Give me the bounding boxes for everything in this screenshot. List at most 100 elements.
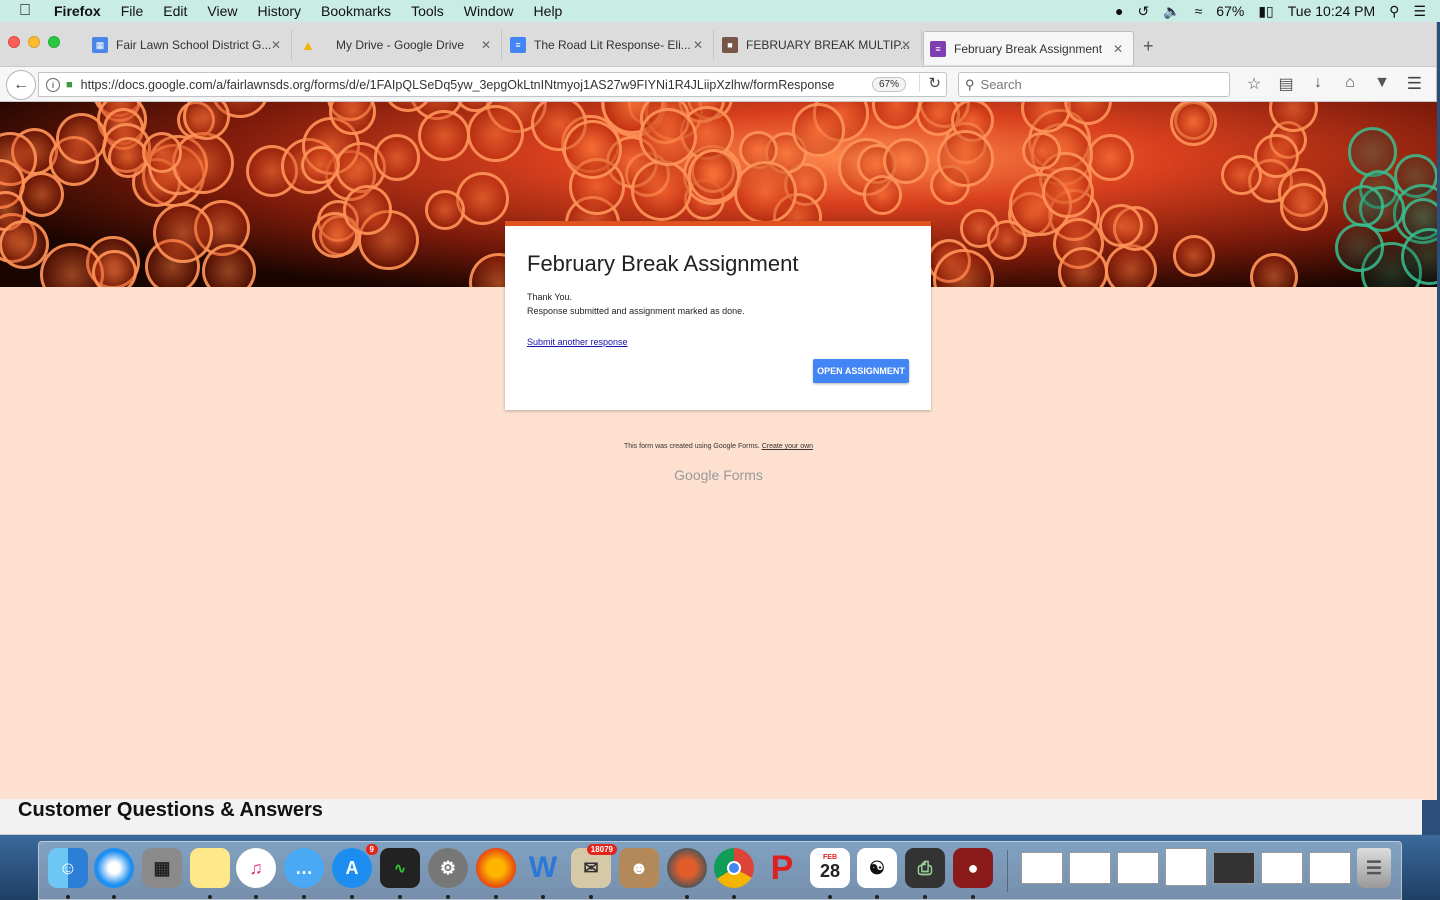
create-your-own-link[interactable]: Create your own: [762, 443, 813, 450]
bokeh-circle: [172, 131, 235, 194]
bokeh-circle: [467, 104, 525, 162]
word-icon[interactable]: W: [523, 848, 563, 888]
bokeh-circle: [1042, 166, 1094, 219]
activity-monitor-icon[interactable]: ∿: [380, 848, 420, 888]
time-machine-icon[interactable]: ↺: [1137, 3, 1149, 20]
background-window[interactable]: Customer Questions & Answers: [0, 799, 1422, 835]
reload-icon[interactable]: ↻: [919, 74, 941, 92]
minimized-window-thumbnail[interactable]: [1309, 852, 1351, 884]
minimized-window-thumbnail[interactable]: [1069, 852, 1111, 884]
back-arrow-icon: ←: [13, 76, 29, 93]
menu-app-firefox[interactable]: Firefox: [54, 3, 101, 19]
tab-my-drive[interactable]: ▲ My Drive - Google Drive ✕: [294, 30, 502, 60]
tab-title: My Drive - Google Drive: [336, 38, 465, 52]
minimized-window-thumbnail[interactable]: [1213, 852, 1255, 884]
hamburger-menu-icon[interactable]: ☰: [1407, 74, 1422, 94]
clock[interactable]: Tue 10:24 PM: [1288, 3, 1375, 19]
tab-fair-lawn[interactable]: ▦ Fair Lawn School District G... ✕: [86, 30, 292, 60]
search-bar[interactable]: ⚲ Search: [958, 72, 1230, 97]
google-forms-logo[interactable]: Google Forms: [0, 467, 1437, 483]
presentation-app-icon[interactable]: P: [762, 848, 802, 888]
menu-history[interactable]: History: [257, 3, 301, 19]
photo-booth-icon[interactable]: ●: [953, 848, 993, 888]
submit-another-response-link[interactable]: Submit another response: [527, 337, 628, 347]
close-tab-icon[interactable]: ✕: [1113, 42, 1123, 56]
notification-center-icon[interactable]: ☰: [1413, 3, 1426, 20]
downloads-icon[interactable]: ↓: [1302, 74, 1334, 94]
menu-view[interactable]: View: [207, 3, 237, 19]
minimized-window-thumbnail[interactable]: [1117, 852, 1159, 884]
bookmark-star-icon[interactable]: ☆: [1238, 74, 1270, 94]
tab-strip: ▦ Fair Lawn School District G... ✕ ▲ My …: [0, 22, 1436, 67]
bokeh-circle: [92, 250, 137, 287]
tab-road-lit-response[interactable]: ≡ The Road Lit Response- Eli... ✕: [504, 30, 714, 60]
menu-bar:  Firefox File Edit View History Bookmar…: [0, 0, 1440, 22]
zoom-window-button[interactable]: [48, 36, 60, 48]
calendar-day: 28: [819, 861, 841, 881]
contacts-icon[interactable]: ☻: [619, 848, 659, 888]
minimized-window-thumbnail[interactable]: [1165, 848, 1207, 886]
home-icon[interactable]: ⌂: [1334, 74, 1366, 94]
page-content: February Break Assignment Thank You. Res…: [0, 102, 1437, 800]
system-preferences-icon[interactable]: ⚙: [428, 848, 468, 888]
minimized-window-thumbnail[interactable]: [1261, 852, 1303, 884]
volume-icon[interactable]: 🔈: [1163, 3, 1180, 20]
bokeh-circle: [152, 202, 213, 263]
form-title: February Break Assignment: [527, 251, 799, 276]
spotlight-search-icon[interactable]: ⚲: [1389, 3, 1399, 20]
itunes-icon[interactable]: ♫: [236, 848, 276, 888]
site-info-icon[interactable]: i: [46, 77, 60, 92]
classroom-assignment-icon: ■: [722, 37, 738, 53]
close-tab-icon[interactable]: ✕: [693, 38, 703, 52]
confirmation-message: Thank You. Response submitted and assign…: [527, 290, 745, 318]
printer-icon[interactable]: ⎙: [905, 848, 945, 888]
mail-icon[interactable]: ✉ 18079: [571, 844, 617, 888]
battery-icon[interactable]: ▮▯: [1258, 3, 1273, 20]
chat-status-icon[interactable]: ●: [1115, 3, 1123, 19]
chrome-icon[interactable]: [714, 848, 754, 888]
trash-icon[interactable]: ☰: [1357, 848, 1391, 888]
lock-icon[interactable]: ■: [66, 79, 73, 91]
finder-icon[interactable]: ☺: [48, 848, 88, 888]
close-tab-icon[interactable]: ✕: [901, 38, 911, 52]
close-tab-icon[interactable]: ✕: [481, 38, 491, 52]
background-heading: Customer Questions & Answers: [18, 799, 323, 821]
tab-february-break-multiple[interactable]: ■ FEBRUARY BREAK MULTIP... ✕: [716, 30, 922, 60]
launchpad-icon[interactable]: [667, 848, 707, 888]
minimized-window-thumbnail[interactable]: [1021, 852, 1063, 884]
close-tab-icon[interactable]: ✕: [271, 38, 281, 52]
menu-edit[interactable]: Edit: [163, 3, 187, 19]
pocket-icon[interactable]: ▼: [1366, 74, 1398, 94]
zoom-level-indicator[interactable]: 67%: [872, 77, 907, 92]
close-window-button[interactable]: [8, 36, 20, 48]
url-bar[interactable]: i ■ https://docs.google.com/a/fairlawnsd…: [38, 72, 947, 97]
calculator-icon[interactable]: ▦: [142, 848, 182, 888]
battery-percent[interactable]: 67%: [1216, 3, 1244, 19]
logo-forms-text: Forms: [723, 467, 763, 483]
tab-february-break-assignment[interactable]: ≡ February Break Assignment ✕: [923, 31, 1134, 65]
minimize-window-button[interactable]: [28, 36, 40, 48]
reading-list-icon[interactable]: ▤: [1270, 74, 1302, 94]
menu-bookmarks[interactable]: Bookmarks: [321, 3, 391, 19]
firefox-icon[interactable]: [476, 848, 516, 888]
url-text[interactable]: https://docs.google.com/a/fairlawnsds.or…: [81, 78, 841, 92]
safari-icon[interactable]: [94, 848, 134, 888]
menu-file[interactable]: File: [121, 3, 144, 19]
bokeh-circle: [791, 103, 845, 157]
messages-icon[interactable]: …: [284, 848, 324, 888]
apple-menu-icon[interactable]: : [19, 2, 39, 20]
bokeh-circle: [1087, 133, 1135, 181]
notes-icon[interactable]: [190, 848, 230, 888]
menu-window[interactable]: Window: [464, 3, 514, 19]
app-store-icon[interactable]: A9: [332, 844, 378, 888]
back-button[interactable]: ←: [6, 70, 36, 100]
open-assignment-button[interactable]: OPEN ASSIGNMENT: [813, 359, 909, 383]
calendar-icon[interactable]: FEB 28: [810, 848, 850, 888]
new-tab-button[interactable]: +: [1143, 36, 1154, 57]
menu-tools[interactable]: Tools: [411, 3, 444, 19]
character-app-icon[interactable]: ☯: [857, 848, 897, 888]
wifi-icon[interactable]: ≈: [1195, 3, 1203, 19]
bokeh-circle: [0, 219, 49, 269]
menu-help[interactable]: Help: [534, 3, 563, 19]
thank-you-text: Thank You.: [527, 292, 573, 302]
